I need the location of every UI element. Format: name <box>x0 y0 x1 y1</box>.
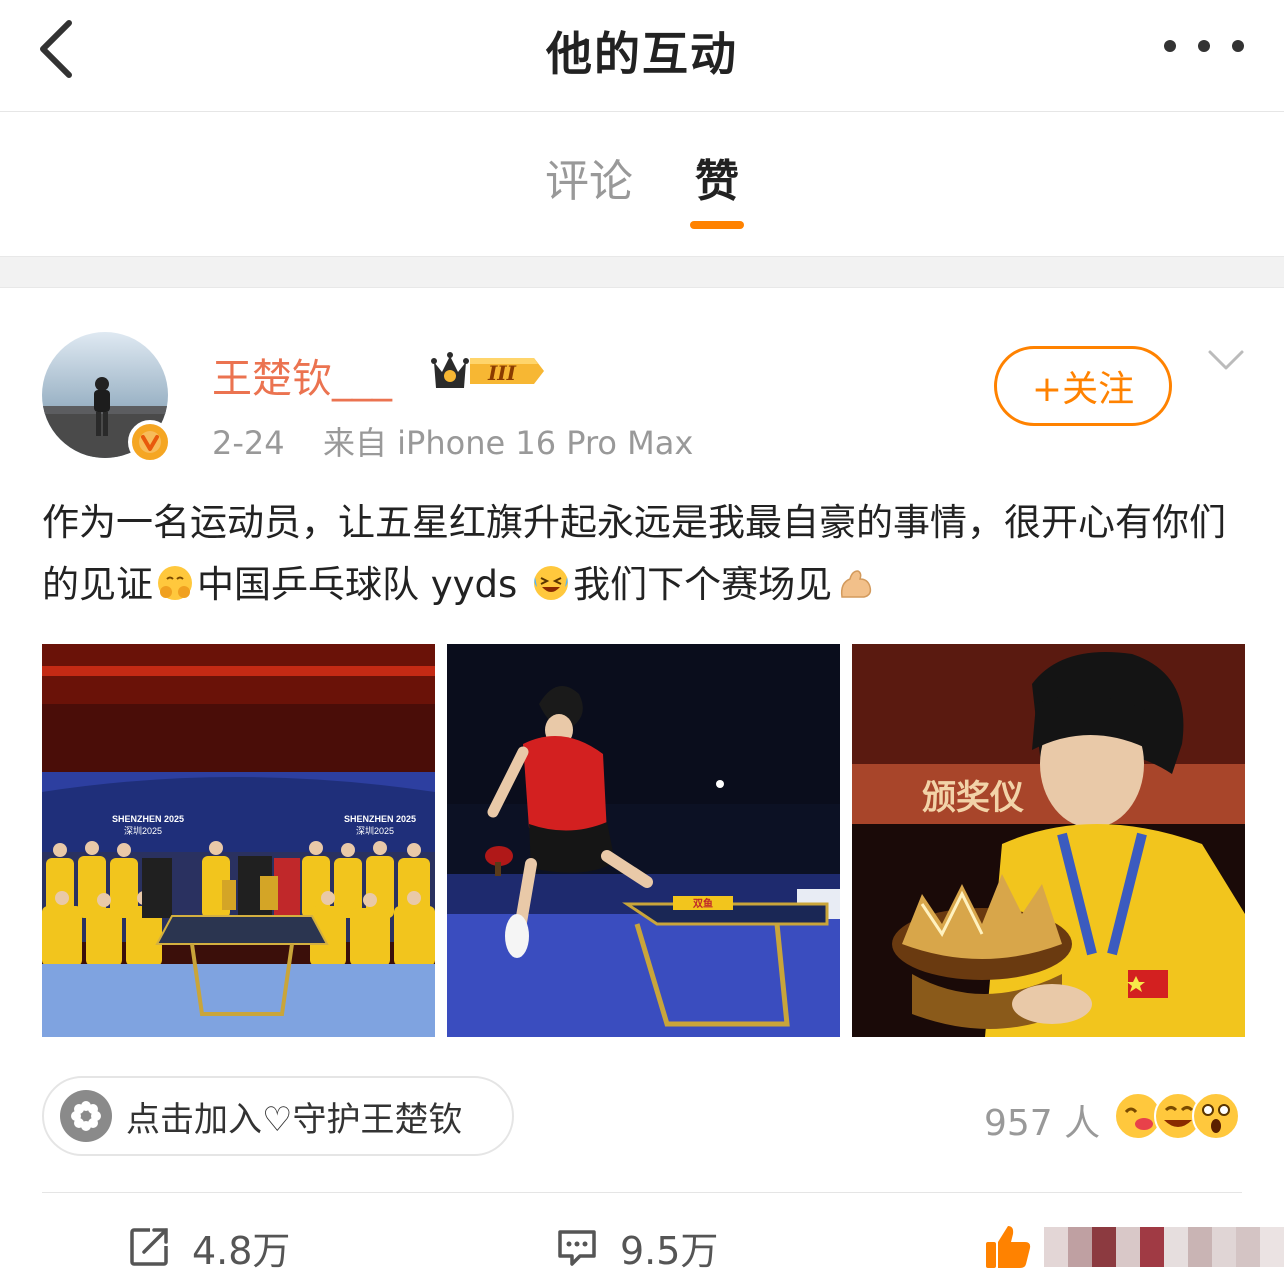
banner-text: 颁奖仪 <box>922 778 1024 818</box>
more-dot-icon <box>1164 40 1176 52</box>
thumbs-up-icon <box>986 1226 1031 1268</box>
more-dot-icon <box>1198 40 1210 52</box>
post-text-part: 我们下个赛场见 <box>573 563 833 606</box>
section-separator <box>0 256 1284 288</box>
flexed-biceps-icon <box>841 570 872 598</box>
member-crown-badge: III <box>431 352 544 388</box>
banner-text: 深圳2025 <box>356 826 394 836</box>
more-dot-icon <box>1232 40 1244 52</box>
post-image[interactable]: SHENZHEN 2025 深圳2025 SHENZHEN 2025 深圳202… <box>42 644 435 1037</box>
like-button[interactable] <box>984 1222 1284 1272</box>
verified-v-icon <box>139 431 161 453</box>
fan-club-label: 点击加入♡守护王楚钦 <box>126 1099 463 1140</box>
share-icon <box>130 1228 168 1266</box>
author-name[interactable]: 王楚钦___ <box>212 346 392 404</box>
active-tab-indicator <box>690 221 744 229</box>
flower-icon <box>60 1090 112 1142</box>
blurred-like-count <box>1044 1227 1284 1267</box>
banner-text: SHENZHEN 2025 <box>344 814 416 824</box>
post-image[interactable]: 颁奖仪 <box>852 644 1245 1037</box>
comment-icon <box>558 1230 596 1266</box>
more-options-button[interactable] <box>1164 24 1244 68</box>
post-image[interactable]: 双鱼 <box>447 644 840 1037</box>
follow-button[interactable]: +关注 <box>994 346 1172 426</box>
divider <box>42 1192 1242 1193</box>
post-date: 2-24 <box>212 424 285 462</box>
hugging-face-icon <box>158 566 192 600</box>
chevron-down-icon[interactable] <box>1204 340 1248 380</box>
comment-count: 9.5万 <box>620 1228 719 1273</box>
page-title: 他的互动 <box>546 27 738 81</box>
repost-count: 4.8万 <box>192 1228 291 1273</box>
badge-level: III <box>487 361 517 385</box>
banner-text: 双鱼 <box>693 897 713 910</box>
banner-text: 深圳2025 <box>124 826 162 836</box>
tab-likes[interactable]: 赞 <box>695 145 739 209</box>
tab-bar: 评论 赞 <box>0 113 1284 256</box>
tab-comments[interactable]: 评论 <box>545 145 633 209</box>
post-source: 来自 iPhone 16 Pro Max <box>322 424 694 462</box>
repost-button[interactable]: 4.8万 <box>126 1222 291 1273</box>
banner-text: SHENZHEN 2025 <box>112 814 184 824</box>
reaction-emojis-icon[interactable] <box>1112 1090 1242 1142</box>
verified-badge <box>128 420 172 464</box>
post-meta: 2-24 来自 iPhone 16 Pro Max <box>212 418 693 464</box>
post-text-part: 中国乒乓球队 yyds <box>197 563 530 606</box>
crying-laughing-icon <box>534 566 569 600</box>
fan-club-button[interactable]: 点击加入♡守护王楚钦 <box>42 1076 514 1156</box>
reaction-count: 957 人 <box>984 1103 1101 1144</box>
post-text: 作为一名运动员，让五星红旗升起永远是我最自豪的事情，很开心有你们的见证 中国乒乓球… <box>42 492 1252 616</box>
comment-button[interactable]: 9.5万 <box>554 1222 719 1273</box>
top-bar: 他的互动 <box>0 0 1284 112</box>
